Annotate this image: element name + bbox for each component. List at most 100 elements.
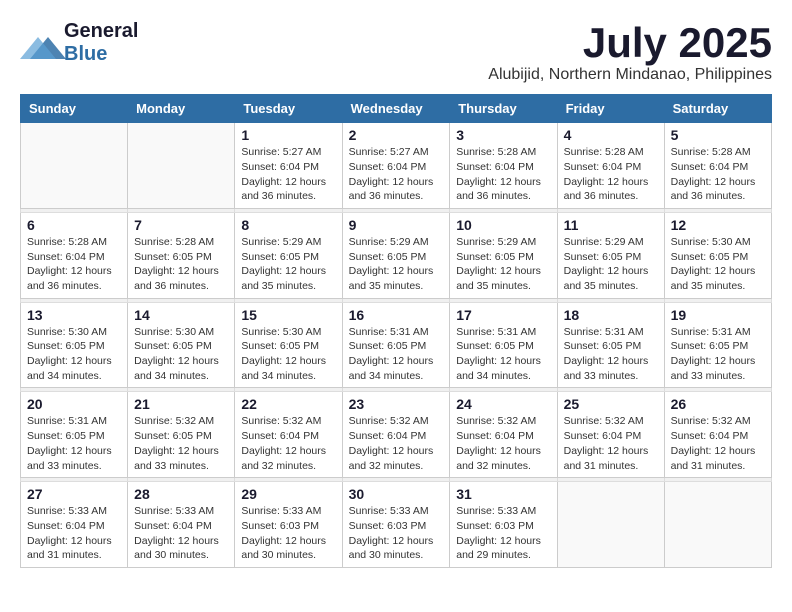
day-number: 26 xyxy=(671,396,765,412)
calendar-cell: 3 Sunrise: 5:28 AMSunset: 6:04 PMDaylight… xyxy=(450,123,557,209)
day-number: 17 xyxy=(456,307,550,323)
day-info: Sunrise: 5:29 AMSunset: 6:05 PMDaylight:… xyxy=(456,235,550,294)
day-number: 15 xyxy=(241,307,335,323)
day-number: 20 xyxy=(27,396,121,412)
day-info: Sunrise: 5:30 AMSunset: 6:05 PMDaylight:… xyxy=(134,325,228,384)
calendar-cell: 15Sunrise: 5:30 AMSunset: 6:05 PMDayligh… xyxy=(235,302,342,388)
calendar-cell: 22 Sunrise: 5:32 AMSunset: 6:04 PMDayligh… xyxy=(235,392,342,478)
calendar-cell xyxy=(664,482,771,568)
day-info: Sunrise: 5:33 AMSunset: 6:04 PMDaylight:… xyxy=(27,504,121,563)
weekday-header: Thursday xyxy=(450,95,557,123)
day-number: 2 xyxy=(349,127,444,143)
calendar-cell: 18 Sunrise: 5:31 AMSunset: 6:05 PMDayligh… xyxy=(557,302,664,388)
day-number: 11 xyxy=(564,217,658,233)
calendar-cell: 2 Sunrise: 5:27 AMSunset: 6:04 PMDaylight… xyxy=(342,123,450,209)
day-number: 7 xyxy=(134,217,228,233)
calendar-cell: 4 Sunrise: 5:28 AMSunset: 6:04 PMDaylight… xyxy=(557,123,664,209)
calendar-week-row: 27 Sunrise: 5:33 AMSunset: 6:04 PMDayligh… xyxy=(21,482,772,568)
logo-icon xyxy=(20,29,60,57)
calendar-cell: 9Sunrise: 5:29 AMSunset: 6:05 PMDaylight… xyxy=(342,212,450,298)
day-info: Sunrise: 5:27 AMSunset: 6:04 PMDaylight:… xyxy=(241,145,335,204)
day-number: 23 xyxy=(349,396,444,412)
day-number: 21 xyxy=(134,396,228,412)
day-info: Sunrise: 5:29 AMSunset: 6:05 PMDaylight:… xyxy=(564,235,658,294)
calendar-cell: 31Sunrise: 5:33 AMSunset: 6:03 PMDayligh… xyxy=(450,482,557,568)
calendar-cell: 12 Sunrise: 5:30 AMSunset: 6:05 PMDayligh… xyxy=(664,212,771,298)
day-info: Sunrise: 5:32 AMSunset: 6:04 PMDaylight:… xyxy=(241,414,335,473)
day-number: 19 xyxy=(671,307,765,323)
day-info: Sunrise: 5:32 AMSunset: 6:04 PMDaylight:… xyxy=(456,414,550,473)
weekday-header: Monday xyxy=(128,95,235,123)
day-number: 13 xyxy=(27,307,121,323)
day-info: Sunrise: 5:28 AMSunset: 6:04 PMDaylight:… xyxy=(456,145,550,204)
calendar-cell: 30Sunrise: 5:33 AMSunset: 6:03 PMDayligh… xyxy=(342,482,450,568)
day-number: 28 xyxy=(134,486,228,502)
calendar-cell: 14 Sunrise: 5:30 AMSunset: 6:05 PMDayligh… xyxy=(128,302,235,388)
weekday-header: Wednesday xyxy=(342,95,450,123)
logo-blue: Blue xyxy=(64,43,107,66)
calendar-week-row: 13 Sunrise: 5:30 AMSunset: 6:05 PMDayligh… xyxy=(21,302,772,388)
page-header: General Blue July 2025 Alubijid, Norther… xyxy=(20,20,772,84)
day-number: 27 xyxy=(27,486,121,502)
calendar-cell: 5Sunrise: 5:28 AMSunset: 6:04 PMDaylight… xyxy=(664,123,771,209)
calendar-cell: 20 Sunrise: 5:31 AMSunset: 6:05 PMDayligh… xyxy=(21,392,128,478)
day-info: Sunrise: 5:31 AMSunset: 6:05 PMDaylight:… xyxy=(564,325,658,384)
logo-text-block: General Blue xyxy=(64,20,138,66)
calendar-cell: 19 Sunrise: 5:31 AMSunset: 6:05 PMDayligh… xyxy=(664,302,771,388)
day-info: Sunrise: 5:29 AMSunset: 6:05 PMDaylight:… xyxy=(349,235,444,294)
calendar-cell: 7 Sunrise: 5:28 AMSunset: 6:05 PMDaylight… xyxy=(128,212,235,298)
day-info: Sunrise: 5:32 AMSunset: 6:04 PMDaylight:… xyxy=(349,414,444,473)
calendar-cell: 1Sunrise: 5:27 AMSunset: 6:04 PMDaylight… xyxy=(235,123,342,209)
calendar-week-row: 1Sunrise: 5:27 AMSunset: 6:04 PMDaylight… xyxy=(21,123,772,209)
day-info: Sunrise: 5:32 AMSunset: 6:04 PMDaylight:… xyxy=(564,414,658,473)
calendar-cell: 25Sunrise: 5:32 AMSunset: 6:04 PMDayligh… xyxy=(557,392,664,478)
day-info: Sunrise: 5:33 AMSunset: 6:03 PMDaylight:… xyxy=(241,504,335,563)
calendar-cell: 6 Sunrise: 5:28 AMSunset: 6:04 PMDaylight… xyxy=(21,212,128,298)
calendar-header-row: SundayMondayTuesdayWednesdayThursdayFrid… xyxy=(21,95,772,123)
day-info: Sunrise: 5:28 AMSunset: 6:04 PMDaylight:… xyxy=(564,145,658,204)
day-info: Sunrise: 5:28 AMSunset: 6:05 PMDaylight:… xyxy=(134,235,228,294)
weekday-header: Friday xyxy=(557,95,664,123)
day-info: Sunrise: 5:31 AMSunset: 6:05 PMDaylight:… xyxy=(349,325,444,384)
day-info: Sunrise: 5:31 AMSunset: 6:05 PMDaylight:… xyxy=(27,414,121,473)
day-info: Sunrise: 5:31 AMSunset: 6:05 PMDaylight:… xyxy=(671,325,765,384)
calendar-week-row: 6 Sunrise: 5:28 AMSunset: 6:04 PMDaylight… xyxy=(21,212,772,298)
calendar-table: SundayMondayTuesdayWednesdayThursdayFrid… xyxy=(20,94,772,568)
day-info: Sunrise: 5:28 AMSunset: 6:04 PMDaylight:… xyxy=(27,235,121,294)
location: Alubijid, Northern Mindanao, Philippines xyxy=(488,66,772,84)
logo-general: General xyxy=(64,20,138,43)
weekday-header: Sunday xyxy=(21,95,128,123)
calendar-cell xyxy=(557,482,664,568)
day-number: 24 xyxy=(456,396,550,412)
day-number: 14 xyxy=(134,307,228,323)
logo: General Blue xyxy=(20,20,138,66)
calendar-cell: 10 Sunrise: 5:29 AMSunset: 6:05 PMDayligh… xyxy=(450,212,557,298)
day-info: Sunrise: 5:27 AMSunset: 6:04 PMDaylight:… xyxy=(349,145,444,204)
day-info: Sunrise: 5:32 AMSunset: 6:05 PMDaylight:… xyxy=(134,414,228,473)
day-info: Sunrise: 5:33 AMSunset: 6:04 PMDaylight:… xyxy=(134,504,228,563)
calendar-cell: 13 Sunrise: 5:30 AMSunset: 6:05 PMDayligh… xyxy=(21,302,128,388)
day-number: 6 xyxy=(27,217,121,233)
day-number: 22 xyxy=(241,396,335,412)
day-number: 4 xyxy=(564,127,658,143)
calendar-cell: 23 Sunrise: 5:32 AMSunset: 6:04 PMDayligh… xyxy=(342,392,450,478)
day-number: 8 xyxy=(241,217,335,233)
calendar-cell: 26 Sunrise: 5:32 AMSunset: 6:04 PMDayligh… xyxy=(664,392,771,478)
weekday-header: Tuesday xyxy=(235,95,342,123)
day-info: Sunrise: 5:30 AMSunset: 6:05 PMDaylight:… xyxy=(671,235,765,294)
weekday-header: Saturday xyxy=(664,95,771,123)
calendar-cell: 21 Sunrise: 5:32 AMSunset: 6:05 PMDayligh… xyxy=(128,392,235,478)
day-number: 10 xyxy=(456,217,550,233)
day-info: Sunrise: 5:29 AMSunset: 6:05 PMDaylight:… xyxy=(241,235,335,294)
calendar-cell: 8 Sunrise: 5:29 AMSunset: 6:05 PMDaylight… xyxy=(235,212,342,298)
title-block: July 2025 Alubijid, Northern Mindanao, P… xyxy=(488,20,772,84)
day-info: Sunrise: 5:33 AMSunset: 6:03 PMDaylight:… xyxy=(456,504,550,563)
day-info: Sunrise: 5:33 AMSunset: 6:03 PMDaylight:… xyxy=(349,504,444,563)
calendar-cell: 11 Sunrise: 5:29 AMSunset: 6:05 PMDayligh… xyxy=(557,212,664,298)
day-info: Sunrise: 5:30 AMSunset: 6:05 PMDaylight:… xyxy=(27,325,121,384)
day-number: 5 xyxy=(671,127,765,143)
day-number: 18 xyxy=(564,307,658,323)
day-info: Sunrise: 5:32 AMSunset: 6:04 PMDaylight:… xyxy=(671,414,765,473)
day-number: 12 xyxy=(671,217,765,233)
day-number: 3 xyxy=(456,127,550,143)
